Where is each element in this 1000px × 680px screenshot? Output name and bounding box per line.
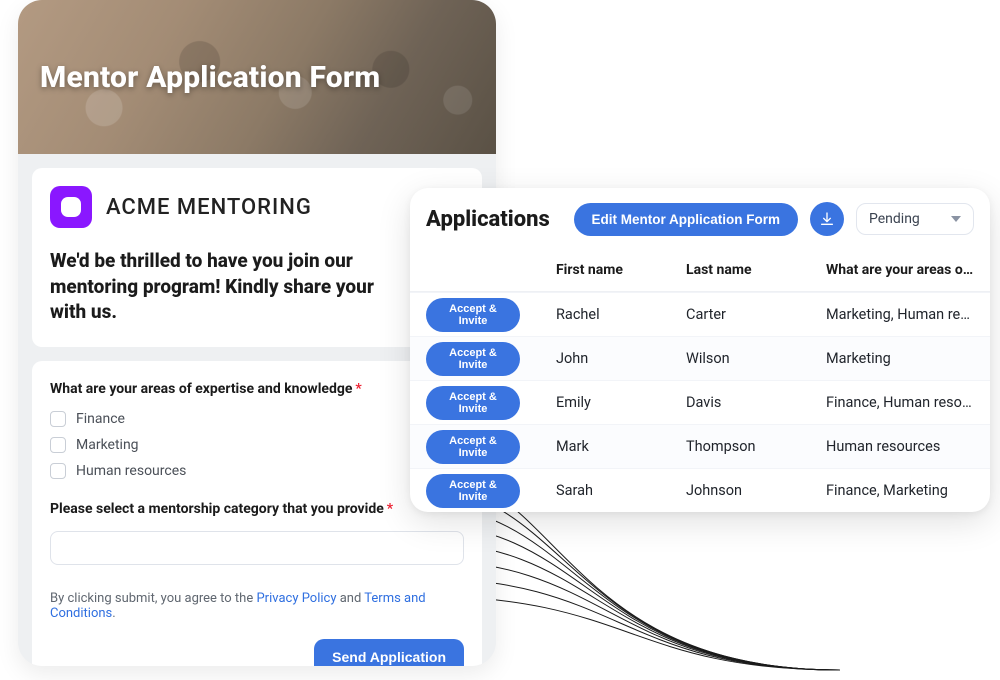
applications-title: Applications — [426, 207, 550, 232]
chevron-down-icon — [951, 216, 961, 222]
cell-first-name: Mark — [556, 438, 686, 455]
cell-last-name: Thompson — [686, 438, 826, 455]
category-select[interactable] — [50, 531, 464, 565]
cell-last-name: Davis — [686, 394, 826, 411]
question-expertise-label: What are your areas of expertise and kno… — [50, 381, 464, 397]
accept-invite-button[interactable]: Accept & Invite — [426, 474, 520, 508]
status-filter-value: Pending — [869, 211, 920, 227]
table-row: Accept & Invite MarkThompsonHuman resourc… — [410, 424, 990, 468]
download-icon — [819, 211, 835, 227]
legal-text: By clicking submit, you agree to the Pri… — [50, 591, 464, 621]
cell-areas: Marketing — [826, 350, 974, 367]
cell-last-name: Carter — [686, 306, 826, 323]
org-logo-icon — [50, 186, 92, 228]
expertise-options: Finance Marketing Human resources — [50, 411, 464, 479]
status-filter-select[interactable]: Pending — [856, 203, 974, 235]
cell-first-name: Sarah — [556, 482, 686, 499]
table-row: Accept & Invite RachelCarterMarketing, Hu… — [410, 292, 990, 336]
checkbox-icon[interactable] — [50, 411, 66, 427]
accept-invite-button[interactable]: Accept & Invite — [426, 342, 520, 376]
checkbox-label: Finance — [76, 411, 125, 427]
table-row: Accept & Invite EmilyDavisFinance, Human … — [410, 380, 990, 424]
cell-last-name: Johnson — [686, 482, 826, 499]
cell-areas: Marketing, Human resou… — [826, 306, 974, 323]
cell-areas: Finance, Human resourc… — [826, 394, 974, 411]
privacy-link[interactable]: Privacy Policy — [256, 591, 336, 606]
question-category-label: Please select a mentorship category that… — [50, 501, 464, 517]
download-button[interactable] — [810, 202, 844, 236]
checkbox-option[interactable]: Marketing — [50, 437, 464, 453]
accept-invite-button[interactable]: Accept & Invite — [426, 386, 520, 420]
accept-invite-button[interactable]: Accept & Invite — [426, 298, 520, 332]
checkbox-icon[interactable] — [50, 463, 66, 479]
col-first-name: First name — [556, 262, 686, 278]
applications-header: Applications Edit Mentor Application For… — [410, 188, 990, 248]
checkbox-label: Human resources — [76, 463, 186, 479]
form-hero-title: Mentor Application Form — [40, 60, 380, 95]
applications-card: Applications Edit Mentor Application For… — [410, 188, 990, 512]
edit-form-button[interactable]: Edit Mentor Application Form — [574, 203, 799, 236]
cell-first-name: John — [556, 350, 686, 367]
table-row: Accept & Invite JohnWilsonMarketing — [410, 336, 990, 380]
cell-last-name: Wilson — [686, 350, 826, 367]
col-areas: What are your areas of … — [826, 262, 974, 278]
checkbox-option[interactable]: Finance — [50, 411, 464, 427]
checkbox-icon[interactable] — [50, 437, 66, 453]
accept-invite-button[interactable]: Accept & Invite — [426, 430, 520, 464]
send-application-button[interactable]: Send Application — [314, 639, 464, 666]
cell-areas: Human resources — [826, 438, 974, 455]
applications-table-body: Accept & Invite RachelCarterMarketing, Hu… — [410, 292, 990, 512]
cell-first-name: Emily — [556, 394, 686, 411]
org-name: ACME MENTORING — [106, 195, 312, 220]
form-hero: Mentor Application Form — [18, 0, 496, 154]
applications-table-header: First name Last name What are your areas… — [410, 248, 990, 292]
table-row: Accept & Invite SarahJohnsonFinance, Mark… — [410, 468, 990, 512]
cell-areas: Finance, Marketing — [826, 482, 974, 499]
cell-first-name: Rachel — [556, 306, 686, 323]
welcome-text: We'd be thrilled to have you join our me… — [50, 248, 464, 325]
checkbox-label: Marketing — [76, 437, 139, 453]
checkbox-option[interactable]: Human resources — [50, 463, 464, 479]
col-last-name: Last name — [686, 262, 826, 278]
